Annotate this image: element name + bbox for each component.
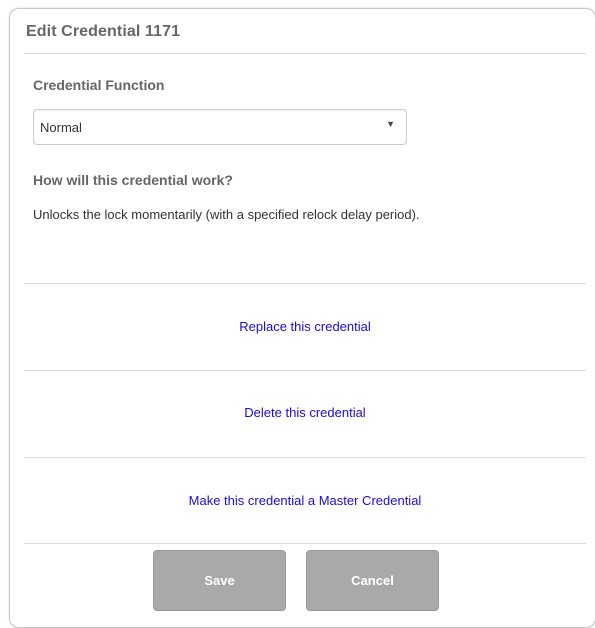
replace-credential-link[interactable]: Replace this credential xyxy=(24,319,586,334)
credential-function-select[interactable]: Normal ▼ xyxy=(33,109,407,145)
actions-divider-3 xyxy=(24,457,586,458)
buttons-divider xyxy=(24,543,586,544)
delete-credential-link[interactable]: Delete this credential xyxy=(24,405,586,420)
actions-divider-1 xyxy=(24,283,586,284)
title-divider xyxy=(24,53,586,54)
cancel-button[interactable]: Cancel xyxy=(306,550,439,611)
make-master-credential-link[interactable]: Make this credential a Master Credential xyxy=(24,493,586,508)
how-it-works-heading: How will this credential work? xyxy=(33,172,233,188)
edit-credential-dialog: Edit Credential 1171 Credential Function… xyxy=(9,8,595,628)
credential-description: Unlocks the lock momentarily (with a spe… xyxy=(33,207,420,222)
credential-function-selected-value: Normal xyxy=(40,120,82,135)
save-button[interactable]: Save xyxy=(153,550,286,611)
dialog-title: Edit Credential 1171 xyxy=(26,23,181,40)
actions-divider-2 xyxy=(24,370,586,371)
triangle-down-icon: ▼ xyxy=(386,119,395,129)
credential-function-label: Credential Function xyxy=(33,77,165,93)
